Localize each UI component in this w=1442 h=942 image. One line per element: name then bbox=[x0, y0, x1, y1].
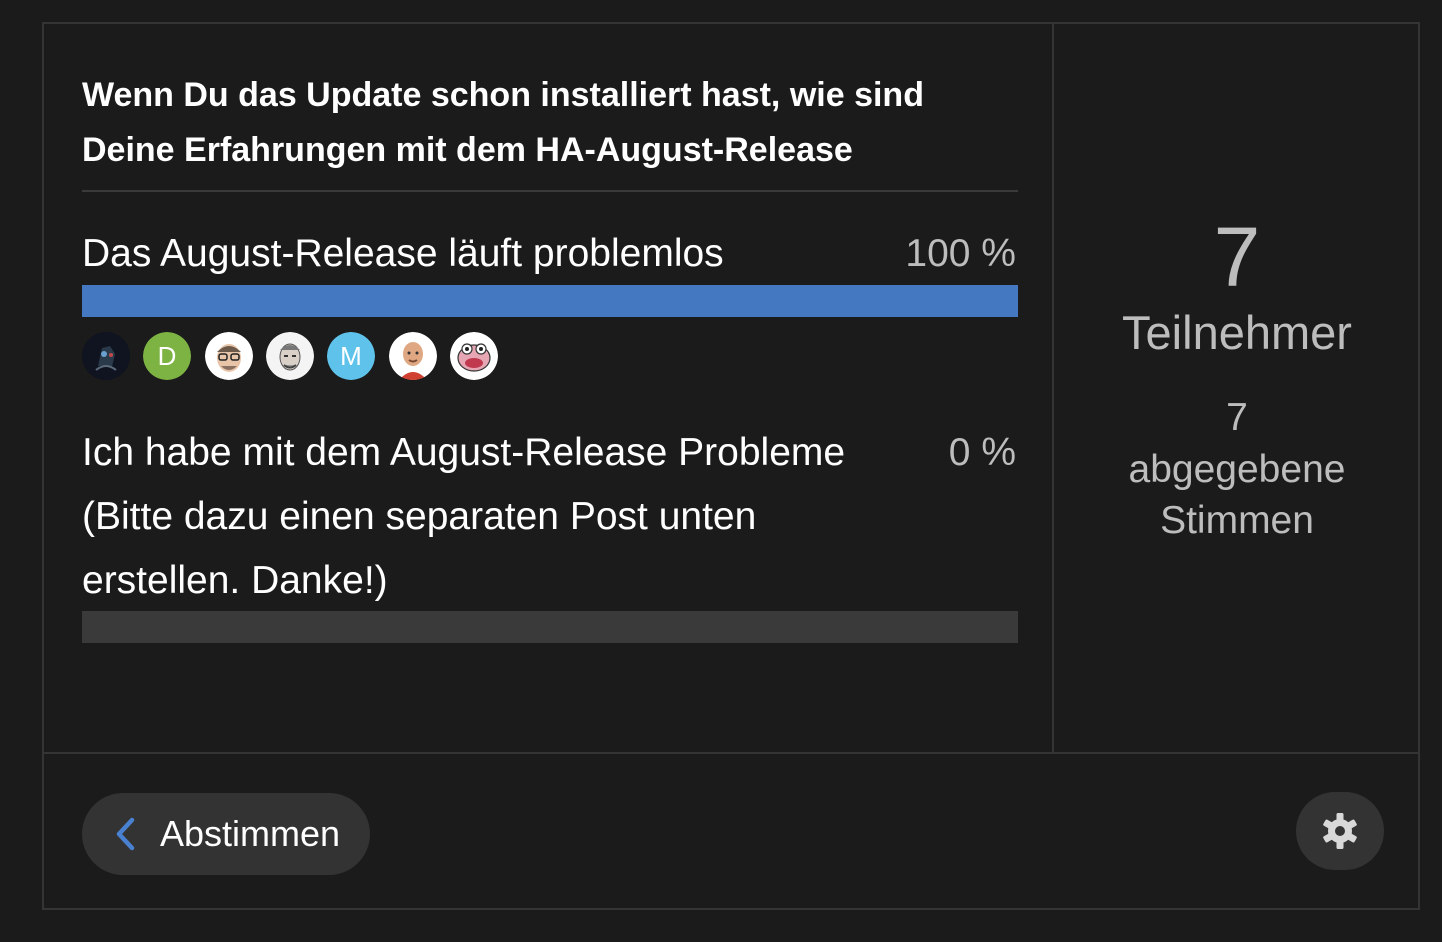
poll-settings-button[interactable] bbox=[1296, 792, 1384, 870]
svg-text:D: D bbox=[158, 341, 177, 371]
option-2-bar bbox=[82, 611, 1018, 643]
title-divider bbox=[82, 190, 1018, 192]
votes-count: 7 bbox=[1226, 396, 1248, 439]
voter-avatar-d[interactable]: D bbox=[143, 332, 191, 380]
option-1-label: Das August-Release läuft problemlos bbox=[82, 232, 724, 275]
poll-title: Wenn Du das Update schon installiert has… bbox=[82, 76, 924, 169]
svg-text:M: M bbox=[340, 341, 362, 371]
poll-stats-panel: 7 Teilnehmer 7 abgegebene Stimmen bbox=[1054, 24, 1420, 754]
poll-footer: Abstimmen bbox=[44, 752, 1418, 910]
voter-avatar-sketch[interactable] bbox=[266, 332, 314, 380]
votes-label: abgegebene Stimmen bbox=[1128, 448, 1346, 542]
voter-avatar-bald[interactable] bbox=[389, 332, 437, 380]
option-1-bar-fill bbox=[82, 285, 1018, 317]
poll-container: Wenn Du das Update schon installiert has… bbox=[42, 22, 1420, 910]
participants-label: Teilnehmer bbox=[1122, 306, 1352, 359]
option-2-percent: 0 % bbox=[948, 431, 1016, 474]
vote-button-label: Abstimmen bbox=[160, 813, 341, 854]
voter-avatar-m[interactable]: M bbox=[327, 332, 375, 380]
chevron-left-icon bbox=[116, 817, 135, 851]
voter-avatar-glasses[interactable] bbox=[205, 332, 253, 380]
gear-icon bbox=[1323, 813, 1357, 849]
option-1-bar bbox=[82, 285, 1018, 317]
voter-avatar-dark[interactable] bbox=[82, 332, 130, 380]
voter-avatar-hippo[interactable] bbox=[450, 332, 498, 380]
vote-button[interactable]: Abstimmen bbox=[82, 793, 370, 875]
participants-count: 7 bbox=[1213, 210, 1261, 304]
option-2-label: Ich habe mit dem August-Release Probleme… bbox=[82, 431, 846, 602]
poll-options-panel: Wenn Du das Update schon installiert has… bbox=[44, 24, 1054, 754]
option-1-percent: 100 % bbox=[905, 232, 1016, 275]
